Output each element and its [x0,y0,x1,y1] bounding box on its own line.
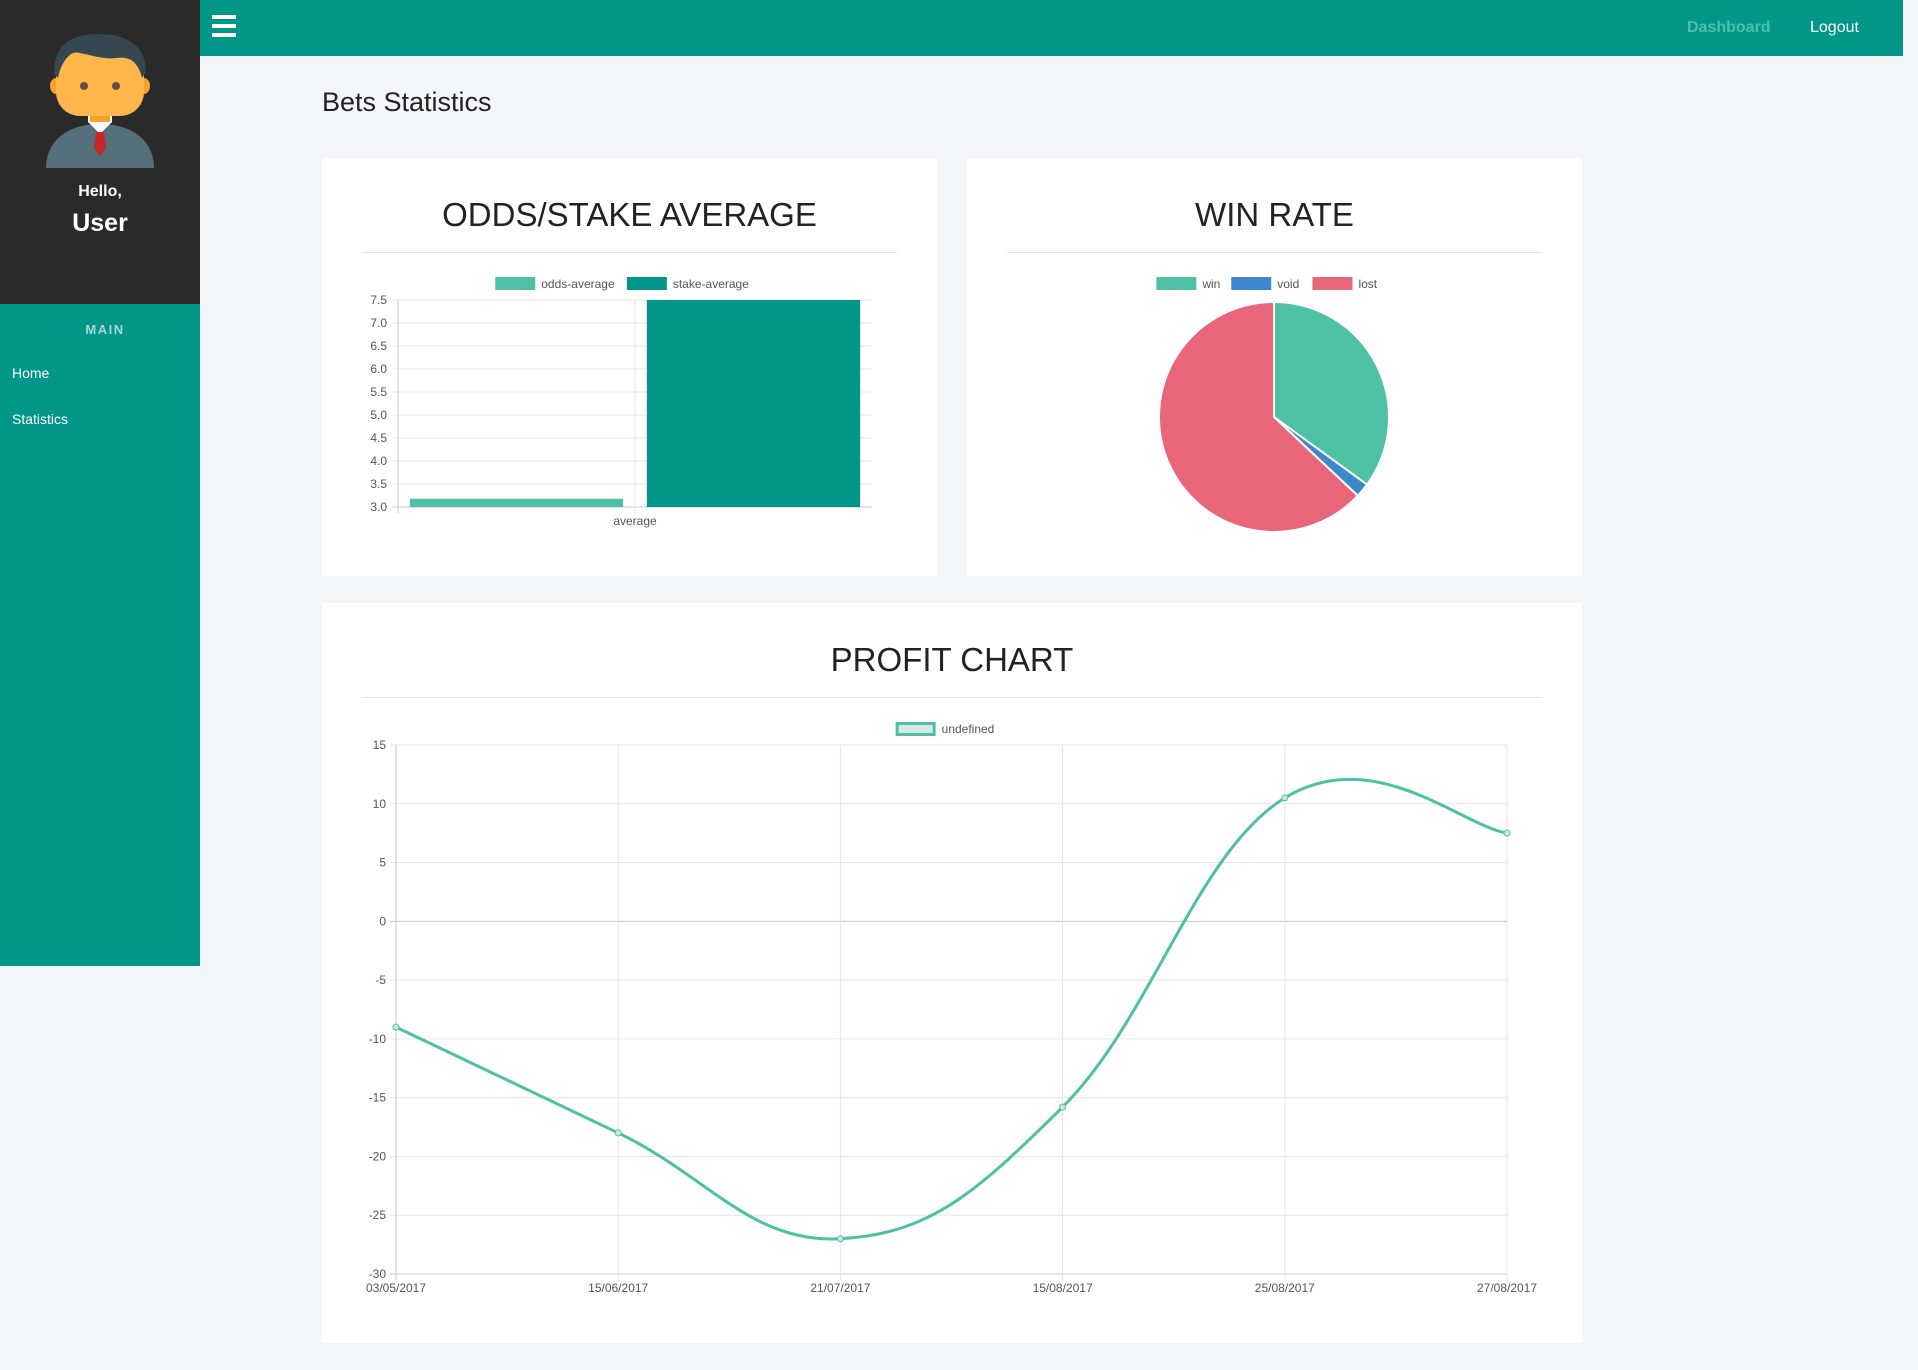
page-title: Bets Statistics [322,87,492,117]
y-tick-label: 4.0 [370,454,387,468]
profit-line-chart: undefined 15 10 5 0 -5 -10 -15 -20 -25 -3003/05/20… [366,722,1537,1295]
legend-label: stake-average [673,277,749,291]
y-tick-label: 7.0 [370,316,387,330]
y-tick-label: 3.5 [370,477,387,491]
y-tick-label: 15 [373,738,387,752]
data-point [614,1129,622,1137]
y-tick-label: 5.0 [370,408,387,422]
sidebar-item-home[interactable]: Home [12,365,49,381]
y-tick-label: 6.5 [370,339,387,353]
legend-swatch [626,277,667,290]
x-tick-label: 25/08/2017 [1255,1281,1315,1295]
y-tick-label: 5.5 [370,385,387,399]
legend-swatch [1312,277,1353,290]
x-tick-label: average [613,514,657,528]
x-tick-label: 21/07/2017 [810,1281,870,1295]
y-tick-label: -20 [369,1149,387,1163]
nav-logout-link[interactable]: Logout [1810,19,1859,37]
legend-label: void [1277,277,1299,291]
username-text: User [72,209,128,237]
y-tick-label: 3.0 [370,500,387,514]
hamburger-menu-icon[interactable] [212,15,236,37]
legend-label: lost [1358,277,1377,291]
legend-label: undefined [942,722,995,736]
bar-stake-average [646,300,861,507]
y-tick-label: 5 [379,856,386,870]
legend-label: win [1201,277,1220,291]
y-tick-label: 10 [373,797,387,811]
legend-swatch [1231,277,1272,290]
legend-swatch [1156,277,1197,290]
y-tick-label: -15 [369,1091,387,1105]
data-point [392,1023,400,1031]
nav-section-heading: MAIN [85,322,125,337]
x-tick-label: 15/06/2017 [588,1281,648,1295]
win-rate-card: WIN RATE win void lost [967,158,1582,576]
odds-stake-bar-chart: odds-average stake-average 7.5 7.0 6.5 6.0 5.5… [370,277,872,528]
legend-label: odds-average [541,277,615,291]
x-tick-label: 03/05/2017 [366,1281,426,1295]
data-point [1281,794,1289,802]
odds-stake-card: ODDS/STAKE AVERAGE odds-average stake-ave… [322,158,937,576]
top-navbar: Dashboard Logout [200,0,1903,56]
nav-dashboard-link[interactable]: Dashboard [1687,19,1771,37]
sidebar: Hello, User MAIN Home Statistics [0,0,200,966]
bar-odds-average [409,498,624,507]
profile-panel: Hello, User [0,0,200,304]
user-avatar-icon [46,34,154,168]
legend-swatch [895,722,936,736]
y-tick-label: -10 [369,1032,387,1046]
data-point [836,1235,844,1243]
x-tick-label: 27/08/2017 [1477,1281,1537,1295]
y-tick-label: 4.5 [370,431,387,445]
y-tick-label: 0 [379,914,386,928]
legend-swatch [495,277,536,290]
x-tick-label: 15/08/2017 [1033,1281,1093,1295]
profit-series-line [395,777,1508,1241]
greeting-text: Hello, [78,183,122,200]
y-tick-label: -5 [375,973,386,987]
data-point [1503,829,1511,837]
y-tick-label: -30 [369,1267,387,1281]
y-tick-label: -25 [369,1208,387,1222]
y-tick-label: 7.5 [370,293,387,307]
win-rate-pie-chart: win void lost [1156,277,1390,533]
data-point [1059,1103,1067,1111]
sidebar-item-statistics[interactable]: Statistics [12,411,68,427]
profit-card: PROFIT CHART undefined 15 10 5 0 -5 -10 -15 -20-… [322,603,1582,1343]
y-tick-label: 6.0 [370,362,387,376]
